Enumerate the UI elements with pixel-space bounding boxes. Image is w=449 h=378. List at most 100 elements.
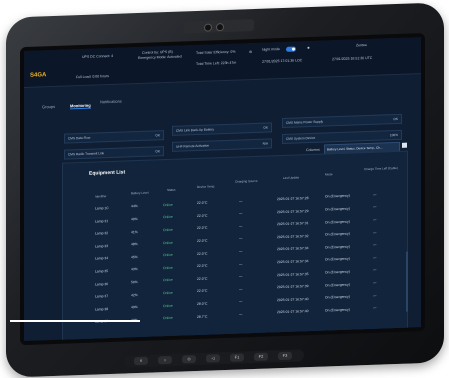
- col-charge-time[interactable]: Charge Time Left (Cable): [363, 166, 399, 171]
- gear-icon[interactable]: ⚙: [249, 50, 252, 54]
- table-cell: Lamp 34: [95, 256, 109, 261]
- status-card-radio-link: CMS Radio Transmit Link OK: [64, 146, 164, 160]
- table-cell: Lamp 31: [95, 218, 109, 224]
- app-screen: UPS DC Connect: 4 Control by: UPS (B) Em…: [24, 37, 421, 342]
- camera-icon: [204, 23, 212, 32]
- table-cell: 28.7°C: [197, 314, 208, 319]
- emergency-mode: Emergency Mode: Activated: [138, 54, 182, 61]
- tab-monitoring[interactable]: Monitoring: [70, 102, 91, 110]
- date-local: 27/01/2025 17:01:36 LOC: [262, 58, 303, 64]
- table-cell: 43%: [131, 267, 138, 272]
- sensor-icon: [216, 23, 224, 32]
- table-cell: On (Emergency): [325, 194, 350, 199]
- table-cell: On (Emergency): [325, 269, 350, 275]
- table-cell: —: [239, 224, 243, 229]
- table-cell: —: [239, 211, 243, 216]
- col-battery[interactable]: Battery Level: [131, 191, 149, 196]
- table-cell: On (Emergency): [325, 231, 350, 237]
- table-cell: On (Emergency): [325, 219, 350, 225]
- status-card-data-flow: CMS Data Flow OK: [64, 130, 164, 144]
- table-cell: On (Emergency): [325, 282, 350, 288]
- table-cell: On (Emergency): [325, 257, 350, 262]
- hardware-button[interactable]: ◁: [206, 354, 220, 363]
- hardware-button[interactable]: F1: [230, 353, 244, 362]
- table-cell: —: [239, 312, 243, 317]
- hardware-button[interactable]: ⌂: [158, 355, 172, 365]
- user-name[interactable]: Zentee: [356, 43, 367, 47]
- table-cell: —: [373, 192, 377, 197]
- equipment-list-title: Equipment List: [89, 169, 126, 177]
- table-cell: Lamp 33: [95, 243, 109, 249]
- date-utc: 27/01/2025 16:51:36 UTC: [332, 55, 373, 62]
- table-cell: 2025-01-27 16:57:32: [277, 233, 309, 239]
- table-scrollbar[interactable]: [406, 251, 408, 312]
- table-cell: —: [239, 236, 243, 241]
- screen-bezel: UPS DC Connect: 4 Control by: UPS (B) Em…: [20, 33, 425, 346]
- hardware-button-bar: ≡ ⌂ ⊙ ◁ F1 F2 F3: [124, 349, 304, 368]
- table-cell: —: [239, 261, 243, 267]
- table-cell: —: [239, 249, 243, 254]
- settings-icon[interactable]: ✹: [307, 46, 310, 50]
- horizontal-scrollbar[interactable]: [10, 320, 140, 322]
- table-cell: 28.0°C: [197, 301, 208, 306]
- col-temp[interactable]: Device Temp.: [197, 184, 215, 189]
- table-cell: Online: [163, 215, 173, 220]
- hardware-button[interactable]: ≡: [134, 356, 148, 366]
- hardware-button[interactable]: F2: [254, 352, 268, 361]
- table-cell: 2025-01-27 16:57:35: [277, 271, 309, 277]
- table-cell: 50%: [131, 280, 138, 285]
- columns-label: Columns: [306, 147, 320, 153]
- table-cell: 22.0°C: [197, 200, 208, 206]
- table-cell: Lamp 37: [95, 294, 109, 299]
- table-cell: Lamp 38: [95, 306, 109, 312]
- table-cell: 2025-01-27 16:57:40: [277, 309, 309, 315]
- table-cell: On (Emergency): [325, 307, 350, 313]
- status-card-backup-battery: CMS Link Back-Up Battery OK: [172, 122, 272, 136]
- hardware-button[interactable]: F3: [278, 351, 292, 361]
- table-cell: —: [373, 293, 377, 298]
- hardware-button[interactable]: ⊙: [182, 355, 196, 364]
- table-cell: —: [373, 305, 377, 311]
- table-cell: Online: [163, 202, 173, 207]
- col-last-update[interactable]: Last Update: [283, 175, 299, 180]
- col-status[interactable]: Status: [167, 188, 176, 192]
- table-cell: Online: [163, 303, 173, 308]
- table-cell: 44%: [131, 204, 138, 209]
- table-cell: —: [239, 198, 243, 204]
- table-cell: 2025-01-27 16:57:31: [277, 221, 309, 227]
- tab-groups[interactable]: Groups: [42, 104, 55, 109]
- table-cell: —: [373, 242, 377, 248]
- table-cell: 40%: [131, 217, 138, 222]
- table-cell: —: [373, 255, 377, 260]
- table-cell: 2025-01-27 16:57:34: [277, 259, 309, 265]
- tab-notifications[interactable]: Notifications: [100, 99, 122, 105]
- total-solar-efficiency: Total Solar Efficiency: 0%: [196, 49, 236, 56]
- night-mode-toggle[interactable]: [286, 46, 296, 52]
- table-cell: Online: [163, 265, 173, 270]
- table-cell: 22.0°C: [197, 225, 208, 231]
- camera-bar: [184, 18, 254, 34]
- table-cell: Online: [163, 253, 173, 258]
- table-cell: 45%: [131, 254, 138, 260]
- table-cell: —: [373, 268, 377, 273]
- table-cell: —: [373, 230, 377, 235]
- table-cell: Online: [163, 316, 173, 321]
- table-cell: 2025-01-27 16:57:34: [277, 246, 309, 252]
- table-cell: —: [373, 217, 377, 222]
- col-charging[interactable]: Charging Source: [235, 179, 258, 184]
- equipment-panel: Equipment List Identifier Battery Level …: [62, 150, 408, 341]
- table-cell: 49%: [131, 305, 138, 310]
- columns-checkbox[interactable]: [402, 142, 407, 148]
- table-cell: Lamp 1C: [95, 206, 109, 211]
- table-cell: 48%: [131, 242, 138, 247]
- col-mode[interactable]: Mode: [325, 172, 333, 176]
- table-cell: On (Emergency): [325, 206, 350, 212]
- table-cell: 22.0°C: [197, 251, 208, 256]
- status-card-mains-power: CMS Mains Power Supply OK: [282, 113, 402, 129]
- col-identifier[interactable]: Identifier: [95, 194, 107, 198]
- s4ga-logo: S4GA: [30, 72, 47, 79]
- table-cell: —: [239, 274, 243, 279]
- full-load: Full Load: 0:00 hours: [76, 74, 109, 80]
- table-cell: 2025-01-27 16:57:28: [277, 196, 309, 202]
- night-mode-label: Night mode: [262, 47, 280, 52]
